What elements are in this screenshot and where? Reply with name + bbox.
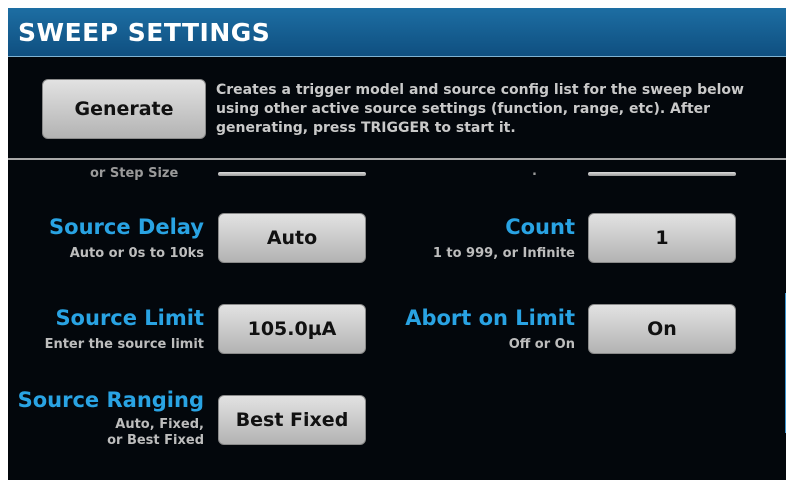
abort-on-limit-hint: Off or On	[508, 337, 575, 352]
scroll-indicator[interactable]	[785, 293, 786, 433]
count-button[interactable]: 1	[588, 213, 736, 263]
source-ranging-label: Source Ranging	[17, 388, 204, 412]
step-size-hint: or Step Size	[90, 166, 179, 181]
source-delay-hint: Auto or 0s to 10ks	[69, 246, 204, 261]
count-label: Count	[505, 215, 575, 239]
partial-hint: .	[532, 164, 537, 179]
divider	[8, 158, 786, 160]
source-limit-label: Source Limit	[55, 306, 204, 330]
source-delay-button[interactable]: Auto	[218, 213, 366, 263]
source-limit-button[interactable]: 105.0µA	[218, 304, 366, 354]
source-ranging-hint: Auto, Fixed, or Best Fixed	[107, 417, 204, 449]
generate-description: Creates a trigger model and source confi…	[216, 82, 744, 136]
source-delay-label: Source Delay	[49, 215, 204, 239]
partial-value-button[interactable]	[588, 172, 736, 176]
abort-on-limit-button[interactable]: On	[588, 304, 736, 354]
abort-on-limit-label: Abort on Limit	[405, 306, 575, 330]
step-size-button[interactable]	[218, 172, 366, 176]
header-bar: SWEEP SETTINGS	[8, 8, 786, 57]
count-hint: 1 to 999, or Infinite	[432, 246, 575, 261]
source-ranging-hint-line: or Best Fixed	[107, 433, 204, 448]
page-title: SWEEP SETTINGS	[18, 18, 271, 47]
source-limit-hint: Enter the source limit	[44, 337, 204, 352]
sweep-settings-screen: SWEEP SETTINGS Generate Creates a trigge…	[8, 8, 786, 480]
generate-button[interactable]: Generate	[42, 79, 206, 139]
source-ranging-hint-line: Auto, Fixed,	[115, 417, 204, 432]
source-ranging-button[interactable]: Best Fixed	[218, 395, 366, 445]
